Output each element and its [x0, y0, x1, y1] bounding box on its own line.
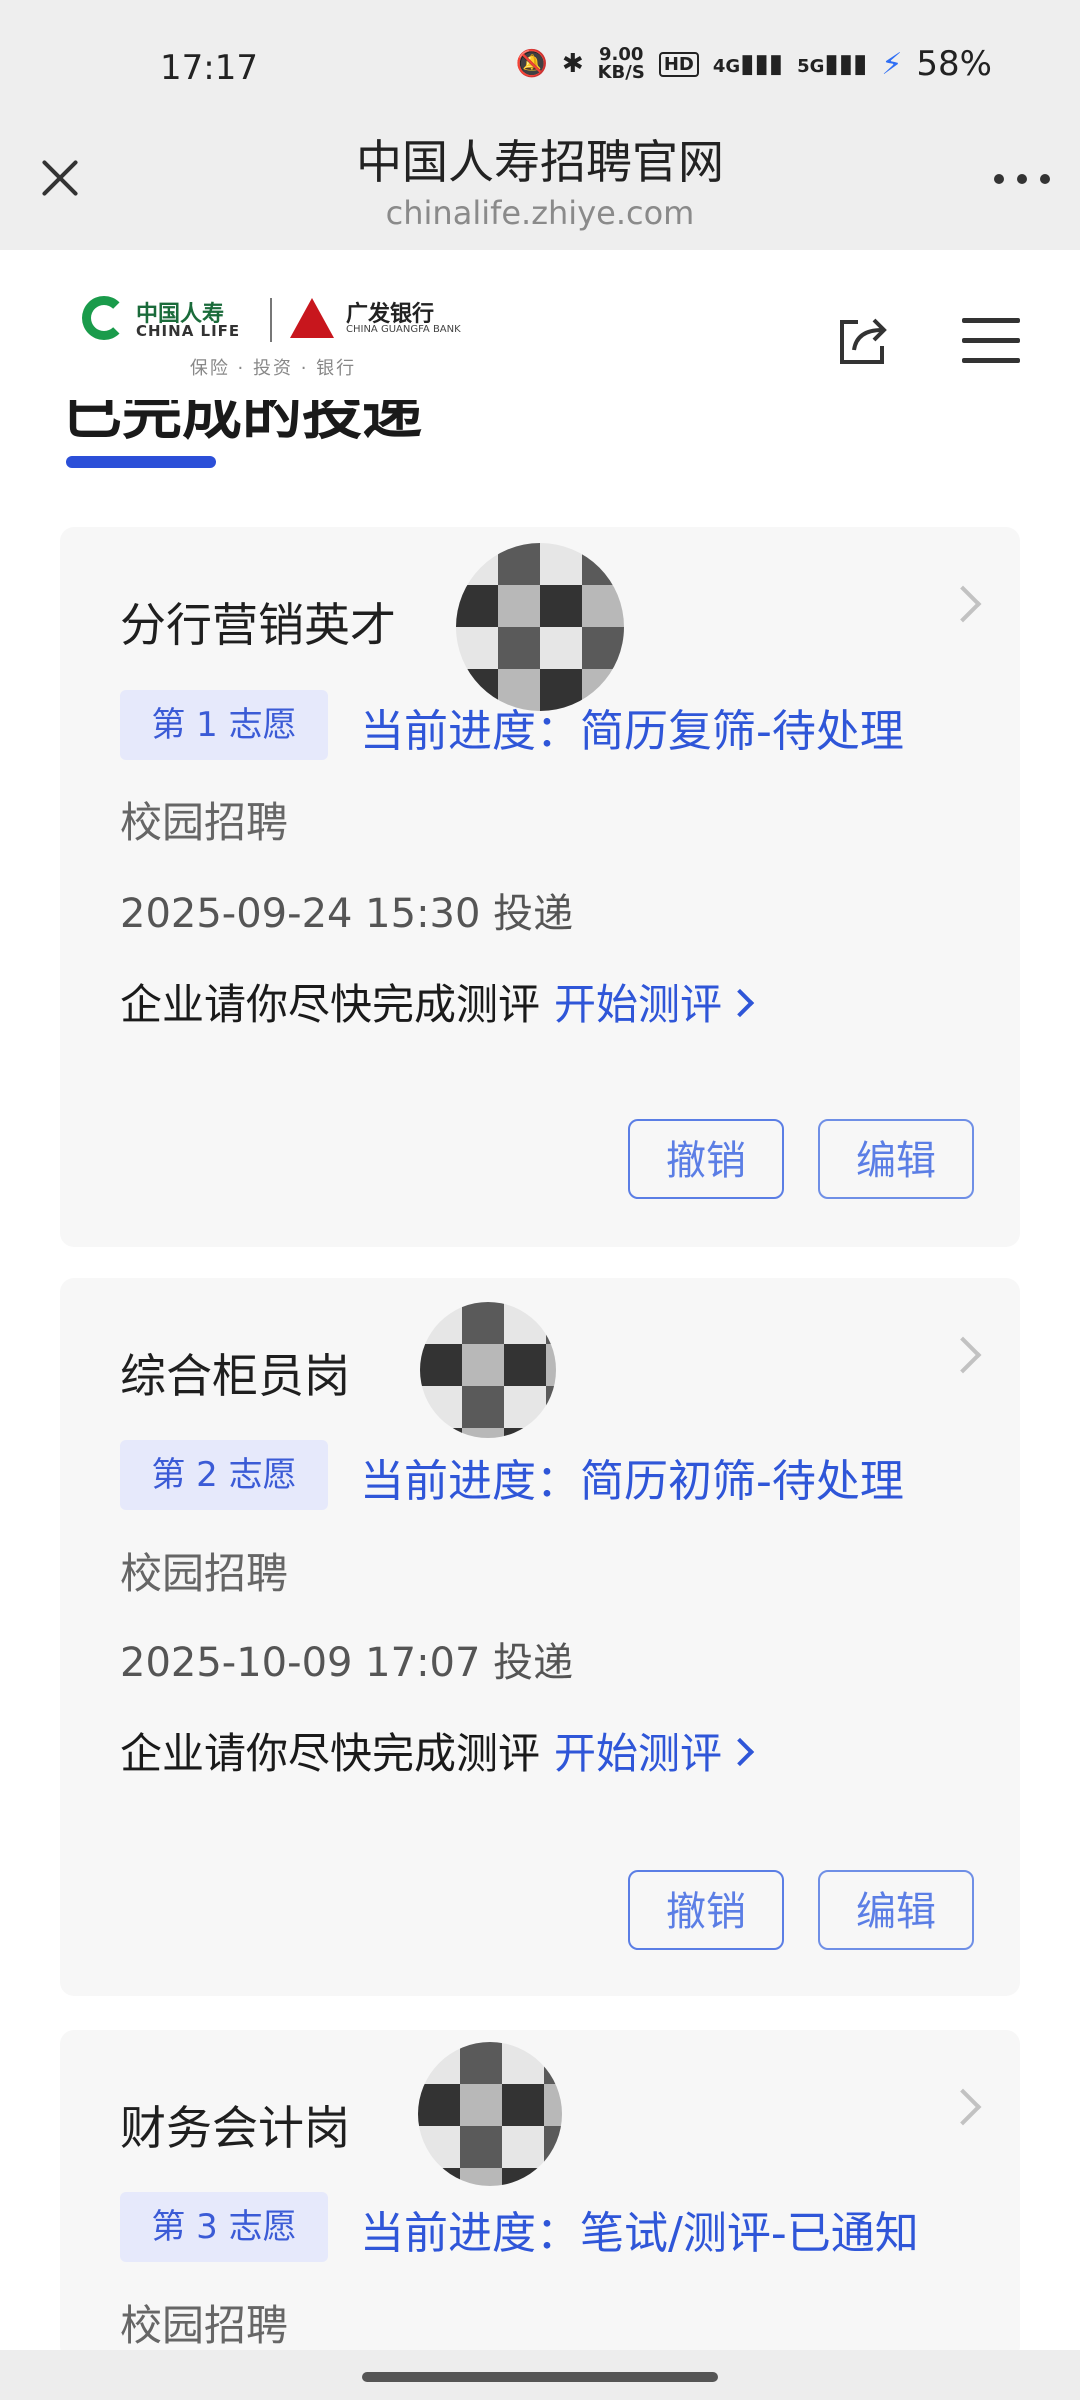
browser-bar: 中国人寿招聘官网 chinalife.zhiye.com	[0, 100, 1080, 250]
start-assessment-link[interactable]: 开始测评	[554, 1729, 755, 1778]
signal-4g-icon: 4G▮▮▮	[712, 49, 784, 79]
submit-date: 2025-09-24 15:30 投递	[120, 891, 574, 937]
job-title: 分行营销英才	[120, 598, 396, 652]
chevron-right-icon[interactable]	[944, 2088, 982, 2126]
edit-button[interactable]: 编辑	[818, 1870, 974, 1950]
browser-title: 中国人寿招聘官网	[356, 135, 724, 189]
brand-tagline: 保险 · 投资 · 银行	[189, 358, 357, 379]
section-title: 已完成的投递	[62, 400, 422, 448]
china-life-logo-icon	[82, 296, 126, 340]
menu-icon[interactable]	[962, 318, 1020, 364]
hd-icon: HD	[658, 51, 699, 77]
blurred-image	[456, 543, 624, 711]
application-card[interactable]: 财务会计岗 第 3 志愿 当前进度：笔试/测评-已通知 校园招聘	[60, 2030, 1020, 2360]
brand-divider	[270, 298, 272, 342]
cancel-button[interactable]: 撤销	[628, 1119, 784, 1199]
assessment-prompt: 企业请你尽快完成测评	[120, 980, 541, 1029]
status-icons: 🔕 ✱ 9.00 KB/S HD 4G▮▮▮ 5G▮▮▮ ⚡ 58%	[515, 44, 992, 84]
recruit-channel: 校园招聘	[120, 1549, 289, 1598]
application-card[interactable]: 分行营销英才 第 1 志愿 当前进度：简历复筛-待处理 校园招聘 2025-09…	[60, 527, 1020, 1247]
section-underline	[66, 456, 216, 468]
chevron-right-icon[interactable]	[944, 1336, 982, 1374]
job-title: 综合柜员岗	[120, 1349, 350, 1403]
edit-button[interactable]: 编辑	[818, 1119, 974, 1199]
site-header: 中国人寿 CHINA LIFE 广发银行 CHINA GUANGFA BANK …	[0, 250, 1080, 400]
china-life-name-en: CHINA LIFE	[136, 322, 241, 340]
bluetooth-icon: ✱	[561, 49, 584, 79]
progress-status: 当前进度：简历初筛-待处理	[360, 1456, 904, 1507]
assessment-row: 企业请你尽快完成测评 开始测评	[120, 971, 755, 1032]
more-options-icon[interactable]	[994, 174, 1050, 190]
blurred-image	[420, 1302, 556, 1438]
cgb-logo-icon	[290, 298, 334, 338]
chevron-right-icon	[725, 988, 755, 1018]
chevron-right-icon	[725, 1737, 755, 1767]
progress-status: 当前进度：笔试/测评-已通知	[360, 2208, 919, 2259]
browser-url: chinalife.zhiye.com	[385, 194, 695, 232]
priority-badge: 第 1 志愿	[120, 690, 328, 760]
status-time: 17:17	[160, 48, 258, 88]
brand-logo[interactable]: 中国人寿 CHINA LIFE 广发银行 CHINA GUANGFA BANK …	[78, 296, 468, 379]
blurred-image	[418, 2042, 562, 2186]
assessment-prompt: 企业请你尽快完成测评	[120, 1729, 541, 1778]
progress-status: 当前进度：简历复筛-待处理	[360, 706, 904, 757]
home-indicator[interactable]	[362, 2372, 718, 2382]
net-speed: 9.00 KB/S	[597, 44, 645, 83]
chevron-right-icon[interactable]	[944, 585, 982, 623]
cancel-button[interactable]: 撤销	[628, 1870, 784, 1950]
mute-bell-icon: 🔕	[515, 49, 548, 79]
priority-badge: 第 2 志愿	[120, 1440, 328, 1510]
signal-5g-icon: 5G▮▮▮	[797, 49, 868, 79]
cgb-name-en: CHINA GUANGFA BANK	[346, 324, 461, 335]
recruit-channel: 校园招聘	[120, 798, 289, 847]
priority-badge: 第 3 志愿	[120, 2192, 328, 2262]
recruit-channel: 校园招聘	[120, 2301, 289, 2350]
start-assessment-link[interactable]: 开始测评	[554, 980, 755, 1029]
application-card[interactable]: 综合柜员岗 第 2 志愿 当前进度：简历初筛-待处理 校园招聘 2025-10-…	[60, 1278, 1020, 1996]
submit-date: 2025-10-09 17:07 投递	[120, 1640, 574, 1686]
battery-level: 58%	[916, 44, 992, 84]
job-title: 财务会计岗	[120, 2101, 350, 2155]
charging-icon: ⚡	[881, 46, 903, 82]
assessment-row: 企业请你尽快完成测评 开始测评	[120, 1720, 755, 1781]
share-icon[interactable]	[836, 312, 892, 368]
section-title-wrap: 已完成的投递	[62, 400, 662, 460]
